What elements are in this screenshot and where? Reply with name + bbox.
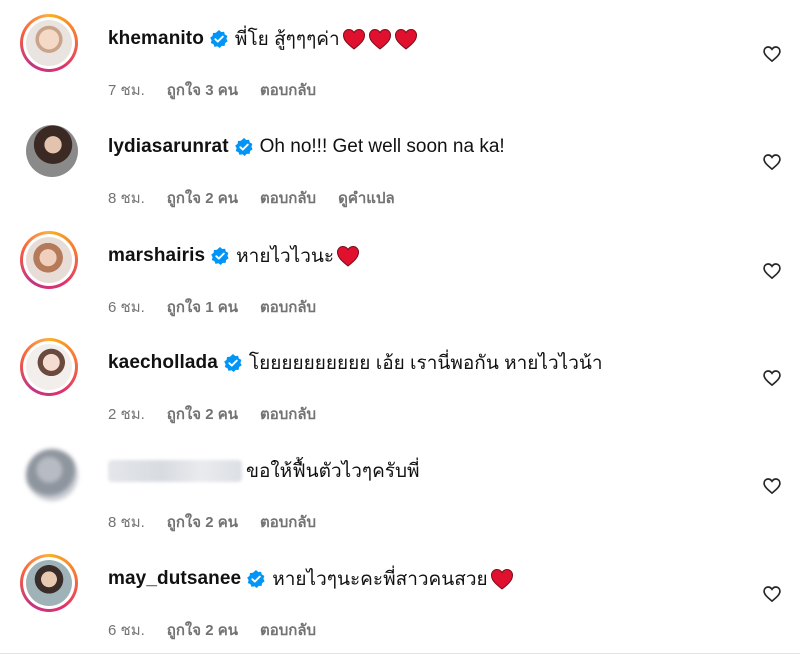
reply-button[interactable]: ตอบกลับ bbox=[260, 78, 316, 102]
heart-emojis bbox=[342, 28, 420, 50]
username-link[interactable]: khemanito bbox=[108, 28, 204, 50]
red-heart-emoji-icon bbox=[342, 28, 365, 50]
comment-header: kaechollada โยยยยยยยยยย เอ้ย เรานี่พอกัน… bbox=[108, 350, 603, 376]
verified-badge-icon bbox=[234, 137, 254, 157]
username-link[interactable]: marshairis bbox=[108, 245, 205, 267]
comment-text: Oh no!!! Get well soon na ka! bbox=[259, 136, 505, 157]
comment-time[interactable]: 8 ชม. bbox=[108, 510, 145, 534]
verified-badge-icon bbox=[209, 29, 229, 49]
comments-list: khemanito พี่โย สู้ๆๆๆค่า 7 ชม. ถูกใจ 3 … bbox=[0, 0, 800, 654]
reply-button[interactable]: ตอบกลับ bbox=[260, 510, 316, 534]
verified-badge-icon bbox=[210, 246, 230, 266]
comment-item: may_dutsanee หายไวๆนะคะพี่สาวคนสวย 6 ชม.… bbox=[0, 554, 800, 654]
comment-text: ขอให้ฟื้นตัวไวๆครับพี่ bbox=[246, 461, 420, 482]
reply-button[interactable]: ตอบกลับ bbox=[260, 618, 316, 642]
comment-header: may_dutsanee หายไวๆนะคะพี่สาวคนสวย bbox=[108, 566, 516, 592]
red-heart-emoji-icon bbox=[394, 28, 417, 50]
reply-button[interactable]: ตอบกลับ bbox=[260, 295, 316, 319]
comment-item: ขอให้ฟื้นตัวไวๆครับพี่ 8 ชม. ถูกใจ 2 คน … bbox=[0, 446, 800, 552]
comment-meta: 8 ชม. ถูกใจ 2 คน ตอบกลับ bbox=[108, 510, 316, 534]
heart-emojis bbox=[336, 245, 362, 267]
like-heart-icon[interactable] bbox=[762, 261, 782, 281]
avatar[interactable] bbox=[20, 338, 78, 396]
avatar[interactable] bbox=[26, 125, 78, 177]
comment-time[interactable]: 7 ชม. bbox=[108, 78, 145, 102]
username-link[interactable]: may_dutsanee bbox=[108, 568, 241, 590]
comment-meta: 2 ชม. ถูกใจ 2 คน ตอบกลับ bbox=[108, 402, 316, 426]
comment-header: khemanito พี่โย สู้ๆๆๆค่า bbox=[108, 26, 420, 52]
like-heart-icon[interactable] bbox=[762, 152, 782, 172]
red-heart-emoji-icon bbox=[368, 28, 391, 50]
red-heart-emoji-icon bbox=[490, 568, 513, 590]
translate-button[interactable]: ดูคำแปล bbox=[338, 186, 395, 210]
avatar[interactable] bbox=[20, 14, 78, 72]
like-heart-icon[interactable] bbox=[762, 476, 782, 496]
like-heart-icon[interactable] bbox=[762, 368, 782, 388]
comment-text: หายไวๆนะคะพี่สาวคนสวย bbox=[272, 569, 488, 590]
username-link[interactable]: kaechollada bbox=[108, 352, 218, 374]
comment-item: kaechollada โยยยยยยยยยย เอ้ย เรานี่พอกัน… bbox=[0, 338, 800, 444]
comment-time[interactable]: 8 ชม. bbox=[108, 186, 145, 210]
avatar[interactable] bbox=[20, 554, 78, 612]
avatar-blurred[interactable] bbox=[26, 449, 78, 501]
comment-item: khemanito พี่โย สู้ๆๆๆค่า 7 ชม. ถูกใจ 3 … bbox=[0, 14, 800, 120]
comment-time[interactable]: 2 ชม. bbox=[108, 402, 145, 426]
comment-meta: 6 ชม. ถูกใจ 2 คน ตอบกลับ bbox=[108, 618, 316, 642]
likes-count[interactable]: ถูกใจ 1 คน bbox=[167, 295, 238, 319]
username-link[interactable]: lydiasarunrat bbox=[108, 136, 229, 158]
comment-header: marshairis หายไวไวนะ bbox=[108, 243, 362, 269]
like-heart-icon[interactable] bbox=[762, 44, 782, 64]
username-blurred[interactable] bbox=[108, 460, 242, 482]
comment-time[interactable]: 6 ชม. bbox=[108, 618, 145, 642]
comment-meta: 6 ชม. ถูกใจ 1 คน ตอบกลับ bbox=[108, 295, 316, 319]
verified-badge-icon bbox=[223, 353, 243, 373]
likes-count[interactable]: ถูกใจ 2 คน bbox=[167, 510, 238, 534]
comment-text: พี่โย สู้ๆๆๆค่า bbox=[234, 29, 340, 50]
likes-count[interactable]: ถูกใจ 2 คน bbox=[167, 402, 238, 426]
likes-count[interactable]: ถูกใจ 2 คน bbox=[167, 186, 238, 210]
reply-button[interactable]: ตอบกลับ bbox=[260, 186, 316, 210]
comment-meta: 7 ชม. ถูกใจ 3 คน ตอบกลับ bbox=[108, 78, 316, 102]
comment-item: marshairis หายไวไวนะ 6 ชม. ถูกใจ 1 คน ตอ… bbox=[0, 231, 800, 337]
comment-text: โยยยยยยยยยย เอ้ย เรานี่พอกัน หายไวไวน้า bbox=[248, 353, 603, 374]
verified-badge-icon bbox=[246, 569, 266, 589]
comment-time[interactable]: 6 ชม. bbox=[108, 295, 145, 319]
red-heart-emoji-icon bbox=[337, 245, 360, 267]
like-heart-icon[interactable] bbox=[762, 584, 782, 604]
avatar[interactable] bbox=[20, 231, 78, 289]
likes-count[interactable]: ถูกใจ 3 คน bbox=[167, 78, 238, 102]
likes-count[interactable]: ถูกใจ 2 คน bbox=[167, 618, 238, 642]
comment-meta: 8 ชม. ถูกใจ 2 คน ตอบกลับ ดูคำแปล bbox=[108, 186, 395, 210]
comment-header: ขอให้ฟื้นตัวไวๆครับพี่ bbox=[108, 458, 420, 484]
comment-text: หายไวไวนะ bbox=[236, 246, 335, 267]
comment-header: lydiasarunrat Oh no!!! Get well soon na … bbox=[108, 134, 505, 160]
reply-button[interactable]: ตอบกลับ bbox=[260, 402, 316, 426]
heart-emojis bbox=[490, 568, 516, 590]
comment-item: lydiasarunrat Oh no!!! Get well soon na … bbox=[0, 122, 800, 228]
